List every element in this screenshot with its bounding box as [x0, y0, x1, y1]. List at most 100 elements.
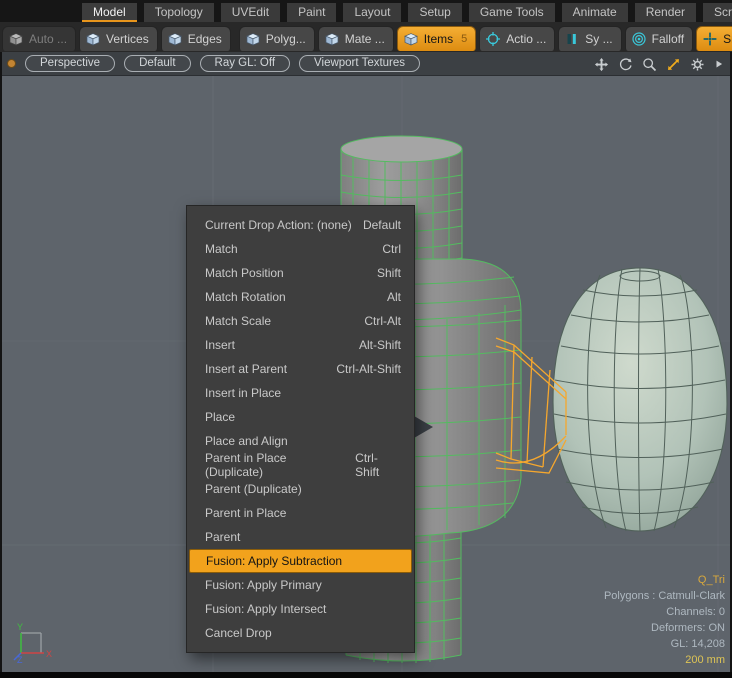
menu-item-label: Insert	[205, 338, 235, 352]
axis-z-label: Z	[17, 655, 23, 665]
tab-scripting[interactable]: Scripting	[703, 3, 732, 22]
menu-item-fusion-apply-primary[interactable]: Fusion: Apply Primary	[187, 573, 414, 597]
menu-item-cancel-drop[interactable]: Cancel Drop	[187, 621, 414, 645]
menu-item-label: Place	[205, 410, 235, 424]
menu-item-match-scale[interactable]: Match Scale Ctrl-Alt	[187, 309, 414, 333]
toolbar-polygons[interactable]: Polyg...	[239, 26, 315, 51]
toolbar-label: Falloff	[652, 32, 684, 46]
shading-style-button[interactable]: Default	[124, 55, 190, 72]
cube-icon	[167, 31, 183, 47]
mesh-egg	[553, 268, 727, 531]
snapping-icon	[702, 31, 718, 47]
toolbar-auto-select[interactable]: Auto ...	[2, 26, 76, 51]
menu-item-label: Fusion: Apply Primary	[205, 578, 322, 592]
menu-item-label: Cancel Drop	[205, 626, 272, 640]
window-border-left	[0, 52, 2, 678]
tab-render[interactable]: Render	[635, 3, 696, 22]
menu-item-insert[interactable]: Insert Alt-Shift	[187, 333, 414, 357]
menu-item-label: Insert at Parent	[205, 362, 287, 376]
axis-x-label: X	[46, 649, 52, 659]
toolbar-label: Edges	[188, 32, 222, 46]
application-window: Model Topology UVEdit Paint Layout Setup…	[0, 0, 732, 678]
items-count-badge: 5	[461, 33, 467, 45]
toolbar-label: Sy ...	[585, 32, 612, 46]
tab-model[interactable]: Model	[82, 3, 137, 22]
toolbar-label: Actio ...	[506, 32, 546, 46]
tab-game-tools[interactable]: Game Tools	[469, 3, 555, 22]
gear-icon[interactable]	[690, 57, 705, 72]
viewport-type-button[interactable]: Perspective	[25, 55, 115, 72]
status-line: Deformers: ON	[604, 620, 725, 636]
tab-animate[interactable]: Animate	[562, 3, 628, 22]
menu-item-insert-in-place[interactable]: Insert in Place	[187, 381, 414, 405]
menu-item-place-and-align[interactable]: Place and Align	[187, 429, 414, 453]
menu-item-parent-in-place-duplicate[interactable]: Parent in Place (Duplicate)Ctrl-Shift	[187, 453, 414, 477]
menu-item-parent-in-place[interactable]: Parent in Place	[187, 501, 414, 525]
menu-item-fusion-apply-intersect[interactable]: Fusion: Apply Intersect	[187, 597, 414, 621]
toolbar-items[interactable]: Items 5	[397, 26, 476, 51]
falloff-icon	[631, 31, 647, 47]
item-info-readout: Q_Tri Polygons : Catmull-Clark Channels:…	[604, 572, 725, 668]
viewport-nav-icons	[594, 52, 724, 76]
toolbar-label: Vertices	[106, 32, 149, 46]
menu-item-shortcut: Alt	[377, 290, 401, 304]
menu-item-shortcut: Default	[353, 218, 401, 232]
toolbar-edges[interactable]: Edges	[161, 26, 231, 51]
drop-action-context-menu: Current Drop Action: (none)Default Match…	[186, 205, 415, 653]
pan-icon[interactable]	[594, 57, 609, 72]
status-line: GL: 14,208	[604, 636, 725, 652]
toolbar-label: Mate ...	[345, 32, 385, 46]
status-line: Polygons : Catmull-Clark	[604, 588, 725, 604]
toolbar-vertices[interactable]: Vertices	[79, 26, 158, 51]
menu-item-match-position[interactable]: Match PositionShift	[187, 261, 414, 285]
window-border-bottom	[0, 672, 732, 678]
toolbar-materials[interactable]: Mate ...	[318, 26, 394, 51]
menu-item-shortcut: Alt-Shift	[349, 338, 401, 352]
menu-item-label: Insert in Place	[205, 386, 281, 400]
toolbar-label: Snap ...	[723, 32, 732, 46]
menu-item-label: Match Scale	[205, 314, 271, 328]
axis-y-label: Y	[17, 622, 23, 632]
menu-item-label: Fusion: Apply Subtraction	[206, 554, 342, 568]
tab-uvedit[interactable]: UVEdit	[221, 3, 280, 22]
grid-size-readout: 200 mm	[604, 652, 725, 668]
maximize-viewport-icon[interactable]	[666, 57, 681, 72]
menu-item-shortcut: Ctrl	[372, 242, 401, 256]
toolbar-action-center[interactable]: Actio ...	[479, 26, 555, 51]
rotate-view-icon[interactable]	[618, 57, 633, 72]
ray-gl-button[interactable]: Ray GL: Off	[200, 55, 291, 72]
menu-item-fusion-apply-subtraction[interactable]: Fusion: Apply Subtraction	[189, 549, 412, 573]
cube-icon	[245, 31, 261, 47]
menu-item-parent[interactable]: Parent	[187, 525, 414, 549]
menu-item-current-drop-action[interactable]: Current Drop Action: (none)Default	[187, 213, 414, 237]
menu-item-parent-duplicate[interactable]: Parent (Duplicate)	[187, 477, 414, 501]
menu-item-label: Parent	[205, 530, 240, 544]
menu-item-shortcut: Shift	[367, 266, 401, 280]
tab-paint[interactable]: Paint	[287, 3, 336, 22]
viewport-textures-button[interactable]: Viewport Textures	[299, 55, 420, 72]
selection-mode-toolbar: Auto ... Vertices Edges Polyg... Mate ..…	[0, 22, 732, 52]
menu-item-match-rotation[interactable]: Match RotationAlt	[187, 285, 414, 309]
selected-item-name: Q_Tri	[604, 572, 725, 588]
more-options-arrow-icon[interactable]	[714, 59, 724, 69]
menu-item-label: Match	[205, 242, 238, 256]
tab-setup[interactable]: Setup	[408, 3, 461, 22]
action-center-icon	[485, 31, 501, 47]
menu-item-shortcut: Ctrl-Alt	[354, 314, 401, 328]
menu-item-shortcut: Ctrl-Alt-Shift	[326, 362, 401, 376]
toolbar-snapping[interactable]: Snap ...	[696, 26, 732, 51]
menu-item-label: Parent in Place (Duplicate)	[205, 451, 345, 479]
toolbar-label: Auto ...	[29, 32, 67, 46]
menu-item-place[interactable]: Place	[187, 405, 414, 429]
toolbar-symmetry[interactable]: Sy ...	[558, 26, 621, 51]
viewport-options-dot-button[interactable]	[7, 59, 16, 68]
cube-icon	[324, 31, 340, 47]
symmetry-icon	[564, 31, 580, 47]
menu-item-insert-at-parent[interactable]: Insert at Parent Ctrl-Alt-Shift	[187, 357, 414, 381]
toolbar-falloff[interactable]: Falloff	[625, 26, 693, 51]
tab-topology[interactable]: Topology	[144, 3, 214, 22]
toolbar-label: Polyg...	[266, 32, 306, 46]
zoom-icon[interactable]	[642, 57, 657, 72]
tab-layout[interactable]: Layout	[343, 3, 401, 22]
menu-item-match[interactable]: Match Ctrl	[187, 237, 414, 261]
